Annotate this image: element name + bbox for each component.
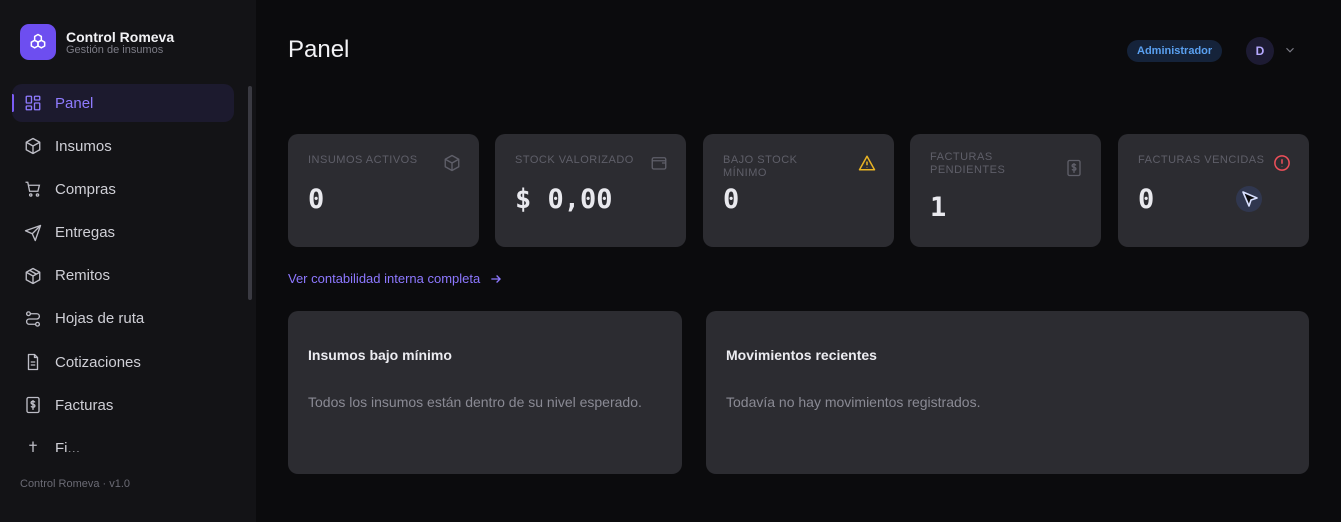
sidebar-item-compras[interactable]: Compras (12, 170, 234, 208)
avatar[interactable]: D (1246, 37, 1274, 65)
dashboard-icon (24, 94, 42, 112)
recent-movements-panel: Movimientos recientes Todavía no hay mov… (706, 311, 1309, 474)
finance-icon (24, 440, 42, 452)
alert-circle-icon (1274, 155, 1290, 171)
wallet-icon (651, 157, 667, 170)
sidebar-item-panel[interactable]: Panel (12, 84, 234, 122)
sidebar-item-entregas[interactable]: Entregas (12, 214, 234, 252)
stat-label: FACTURAS PENDIENTES (930, 151, 1006, 176)
document-icon (24, 353, 42, 371)
warning-icon (858, 155, 876, 171)
stat-card-bajo-stock[interactable]: BAJO STOCK MÍNIMO 0 (703, 134, 894, 247)
stat-card-facturas-vencidas[interactable]: FACTURAS VENCIDAS 0 (1118, 134, 1309, 247)
sidebar-item-label: Compras (55, 180, 116, 198)
box-icon (24, 137, 42, 155)
stat-card-insumos-activos[interactable]: INSUMOS ACTIVOS 0 (288, 134, 479, 247)
stat-label: STOCK VALORIZADO (515, 154, 634, 166)
sidebar-item-insumos[interactable]: Insumos (12, 127, 234, 165)
stat-label: INSUMOS ACTIVOS (308, 154, 418, 166)
brand-name: Control Romeva (66, 28, 175, 45)
sidebar-nav: Panel Insumos Compras Entregas Remitos H… (12, 84, 234, 452)
arrow-right-icon (491, 274, 502, 283)
sidebar-item-label: Panel (55, 94, 94, 112)
sidebar-item-remitos[interactable]: Remitos (12, 257, 234, 295)
page-title: Panel (288, 36, 350, 63)
accounting-link-label: Ver contabilidad interna completa (288, 271, 481, 286)
sidebar-item-facturas[interactable]: Facturas (12, 386, 234, 424)
panel-title: Movimientos recientes (726, 347, 877, 363)
stat-label: FACTURAS VENCIDAS (1138, 154, 1265, 166)
sidebar-item-label: Facturas (55, 396, 114, 414)
low-stock-panel: Insumos bajo mínimo Todos los insumos es… (288, 311, 682, 474)
stat-label: BAJO STOCK MÍNIMO (723, 154, 798, 179)
stat-value: 0 (308, 184, 325, 215)
brand-subtitle: Gestión de insumos (66, 43, 164, 56)
box-icon (444, 154, 460, 172)
accounting-link[interactable]: Ver contabilidad interna completa (288, 271, 503, 286)
stat-card-stock-valorizado[interactable]: STOCK VALORIZADO $ 0,00 (495, 134, 686, 247)
sidebar-item-hojas-de-ruta[interactable]: Hojas de ruta (12, 300, 234, 338)
cart-icon (24, 180, 42, 198)
sidebar-item-label: Remitos (55, 267, 111, 285)
stat-value: 1 (930, 192, 947, 223)
sidebar-scrollbar[interactable] (248, 86, 252, 300)
stat-value: $ 0,00 (515, 184, 613, 215)
invoice-icon (1067, 159, 1081, 177)
stat-value: 0 (723, 184, 740, 215)
invoice-icon (24, 396, 42, 414)
role-badge: Administrador (1127, 40, 1223, 62)
send-icon (24, 224, 42, 242)
package-icon (24, 267, 42, 285)
sidebar-item-label: Cotizaciones (55, 353, 141, 371)
stat-card-facturas-pendientes[interactable]: FACTURAS PENDIENTES 1 (910, 134, 1101, 247)
sidebar: Control Romeva Gestión de insumos Panel … (0, 0, 256, 522)
logo-icon (20, 24, 56, 60)
sidebar-item-label: Insumos (55, 137, 112, 155)
mouse-cursor-icon (1236, 186, 1262, 212)
brand[interactable]: Control Romeva Gestión de insumos (20, 24, 174, 60)
panel-empty-text: Todavía no hay movimientos registrados. (726, 394, 981, 410)
sidebar-item-finanzas[interactable]: Fi... (12, 430, 234, 452)
route-icon (24, 310, 42, 328)
stat-value: 0 (1138, 184, 1155, 215)
panel-empty-text: Todos los insumos están dentro de su niv… (308, 394, 642, 410)
sidebar-item-label: Entregas (55, 224, 116, 242)
sidebar-item-label: Hojas de ruta (55, 310, 145, 328)
app-version: Control Romeva · v1.0 (20, 478, 131, 490)
panel-title: Insumos bajo mínimo (308, 347, 452, 363)
sidebar-item-label: Fi... (55, 440, 80, 452)
sidebar-item-cotizaciones[interactable]: Cotizaciones (12, 343, 234, 381)
chevron-down-icon[interactable] (1283, 43, 1297, 57)
